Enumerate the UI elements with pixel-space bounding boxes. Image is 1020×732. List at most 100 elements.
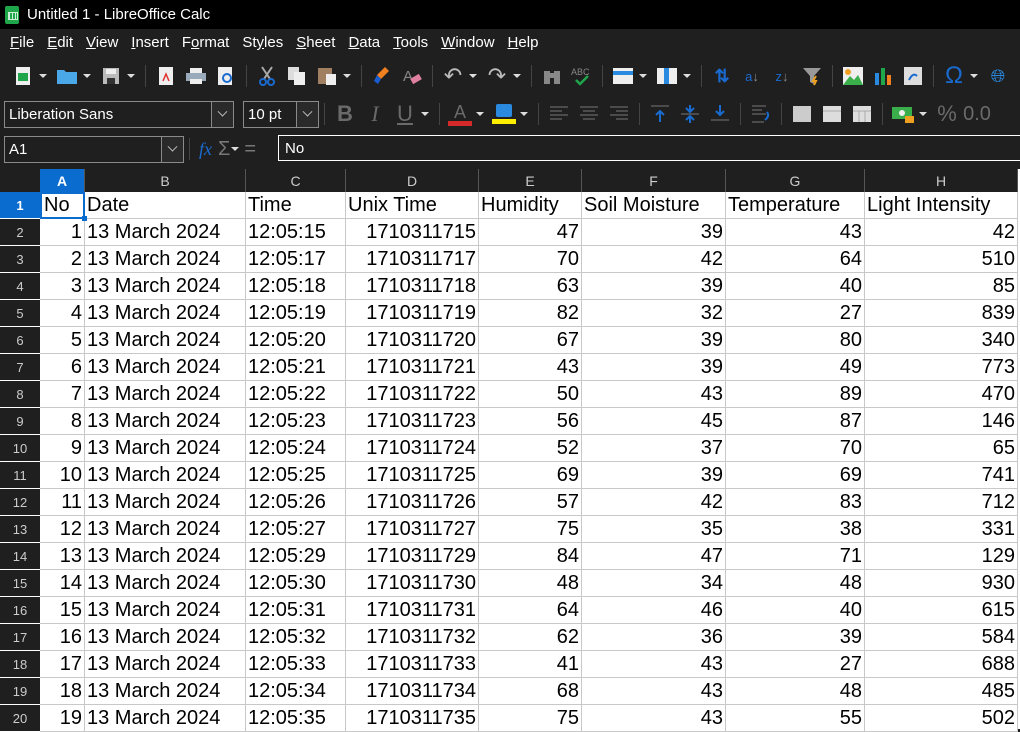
sort-descending-icon[interactable]: z ↓ xyxy=(770,64,794,88)
table-cell[interactable]: 13 March 2024 xyxy=(85,408,246,435)
table-cell[interactable]: 55 xyxy=(726,705,865,732)
merge-center-icon[interactable] xyxy=(789,101,815,127)
header-cell[interactable]: Humidity xyxy=(479,192,582,219)
font-color-dropdown[interactable] xyxy=(475,104,485,124)
table-cell[interactable]: 1710311731 xyxy=(346,597,479,624)
highlight-color-button[interactable] xyxy=(491,101,517,127)
table-cell[interactable]: 68 xyxy=(479,678,582,705)
table-cell[interactable]: 13 March 2024 xyxy=(85,624,246,651)
table-cell[interactable]: 129 xyxy=(865,543,1018,570)
align-bottom-icon[interactable] xyxy=(707,101,733,127)
header-cell[interactable]: No xyxy=(40,192,85,219)
column-header-a[interactable]: A xyxy=(40,169,85,192)
table-cell[interactable]: 13 March 2024 xyxy=(85,219,246,246)
font-name-box[interactable]: Liberation Sans xyxy=(4,100,234,128)
table-cell[interactable]: 1710311734 xyxy=(346,678,479,705)
table-cell[interactable]: 12:05:21 xyxy=(246,354,346,381)
sum-dropdown[interactable] xyxy=(230,139,240,159)
table-cell[interactable]: 3 xyxy=(40,273,85,300)
table-cell[interactable]: 13 March 2024 xyxy=(85,300,246,327)
table-cell[interactable]: 36 xyxy=(582,624,726,651)
table-cell[interactable]: 1710311720 xyxy=(346,327,479,354)
row-header-9[interactable]: 9 xyxy=(0,408,40,435)
table-cell[interactable]: 13 March 2024 xyxy=(85,597,246,624)
row-header-19[interactable]: 19 xyxy=(0,678,40,705)
table-cell[interactable]: 12:05:34 xyxy=(246,678,346,705)
table-cell[interactable]: 19 xyxy=(40,705,85,732)
center-vertically-icon[interactable] xyxy=(677,101,703,127)
redo-dropdown[interactable] xyxy=(512,66,522,86)
bold-button[interactable]: B xyxy=(332,101,358,127)
undo-icon[interactable]: ↶ xyxy=(441,63,465,88)
table-cell[interactable]: 43 xyxy=(726,219,865,246)
table-cell[interactable]: 13 March 2024 xyxy=(85,651,246,678)
table-cell[interactable]: 12:05:22 xyxy=(246,381,346,408)
hyperlink-icon[interactable]: 🌐︎ xyxy=(986,64,1010,88)
table-cell[interactable]: 14 xyxy=(40,570,85,597)
table-cell[interactable]: 85 xyxy=(865,273,1018,300)
table-cell[interactable]: 1710311727 xyxy=(346,516,479,543)
table-cell[interactable]: 42 xyxy=(582,246,726,273)
new-dropdown[interactable] xyxy=(38,66,48,86)
row-header-11[interactable]: 11 xyxy=(0,462,40,489)
table-cell[interactable]: 70 xyxy=(479,246,582,273)
table-cell[interactable]: 13 March 2024 xyxy=(85,570,246,597)
function-wizard-icon[interactable]: fx xyxy=(199,139,212,160)
table-cell[interactable]: 485 xyxy=(865,678,1018,705)
table-cell[interactable]: 12 xyxy=(40,516,85,543)
table-cell[interactable]: 12:05:25 xyxy=(246,462,346,489)
undo-dropdown[interactable] xyxy=(468,66,478,86)
table-cell[interactable]: 16 xyxy=(40,624,85,651)
column-header-c[interactable]: C xyxy=(246,169,346,192)
header-cell[interactable]: Temperature xyxy=(726,192,865,219)
table-cell[interactable]: 1710311726 xyxy=(346,489,479,516)
column-header-b[interactable]: B xyxy=(85,169,246,192)
chevron-down-icon[interactable] xyxy=(161,136,183,162)
column-header-g[interactable]: G xyxy=(726,169,865,192)
row-header-3[interactable]: 3 xyxy=(0,246,40,273)
find-replace-icon[interactable] xyxy=(540,64,564,88)
table-cell[interactable]: 52 xyxy=(479,435,582,462)
table-cell[interactable]: 71 xyxy=(726,543,865,570)
autofilter-icon[interactable] xyxy=(800,64,824,88)
table-cell[interactable]: 930 xyxy=(865,570,1018,597)
table-cell[interactable]: 13 March 2024 xyxy=(85,246,246,273)
table-cell[interactable]: 839 xyxy=(865,300,1018,327)
table-cell[interactable]: 12:05:15 xyxy=(246,219,346,246)
table-cell[interactable]: 146 xyxy=(865,408,1018,435)
wrap-text-icon[interactable] xyxy=(748,101,774,127)
table-cell[interactable]: 63 xyxy=(479,273,582,300)
table-cell[interactable]: 64 xyxy=(726,246,865,273)
table-cell[interactable]: 39 xyxy=(582,219,726,246)
table-cell[interactable]: 502 xyxy=(865,705,1018,732)
number-format-button[interactable]: 0.0 xyxy=(963,101,991,127)
header-cell[interactable]: Light Intensity xyxy=(865,192,1018,219)
row-header-1[interactable]: 1 xyxy=(0,192,40,219)
table-cell[interactable]: 46 xyxy=(582,597,726,624)
table-cell[interactable]: 1710311733 xyxy=(346,651,479,678)
row-icon[interactable] xyxy=(611,64,635,88)
table-cell[interactable]: 12:05:17 xyxy=(246,246,346,273)
table-cell[interactable]: 87 xyxy=(726,408,865,435)
header-cell[interactable]: Date xyxy=(85,192,246,219)
table-cell[interactable]: 49 xyxy=(726,354,865,381)
header-cell[interactable]: Soil Moisture xyxy=(582,192,726,219)
table-cell[interactable]: 1710311717 xyxy=(346,246,479,273)
percent-format-button[interactable]: % xyxy=(934,101,960,127)
table-cell[interactable]: 12:05:24 xyxy=(246,435,346,462)
unmerge-cells-icon[interactable] xyxy=(849,101,875,127)
table-cell[interactable]: 65 xyxy=(865,435,1018,462)
redo-icon[interactable]: ↷ xyxy=(485,63,509,88)
table-cell[interactable]: 12:05:32 xyxy=(246,624,346,651)
column-dropdown[interactable] xyxy=(682,66,692,86)
spreadsheet-grid[interactable]: A B C D E F G H 1 No Date Time Unix Time Humidity Soil… xyxy=(0,169,1020,732)
table-cell[interactable]: 1710311722 xyxy=(346,381,479,408)
underline-button[interactable]: U xyxy=(392,101,418,127)
table-cell[interactable]: 39 xyxy=(582,354,726,381)
formula-input[interactable]: No xyxy=(278,135,1020,161)
table-cell[interactable]: 39 xyxy=(582,327,726,354)
table-cell[interactable]: 340 xyxy=(865,327,1018,354)
table-cell[interactable]: 12:05:19 xyxy=(246,300,346,327)
special-character-icon[interactable]: Ω xyxy=(942,62,966,89)
paste-dropdown[interactable] xyxy=(342,66,352,86)
